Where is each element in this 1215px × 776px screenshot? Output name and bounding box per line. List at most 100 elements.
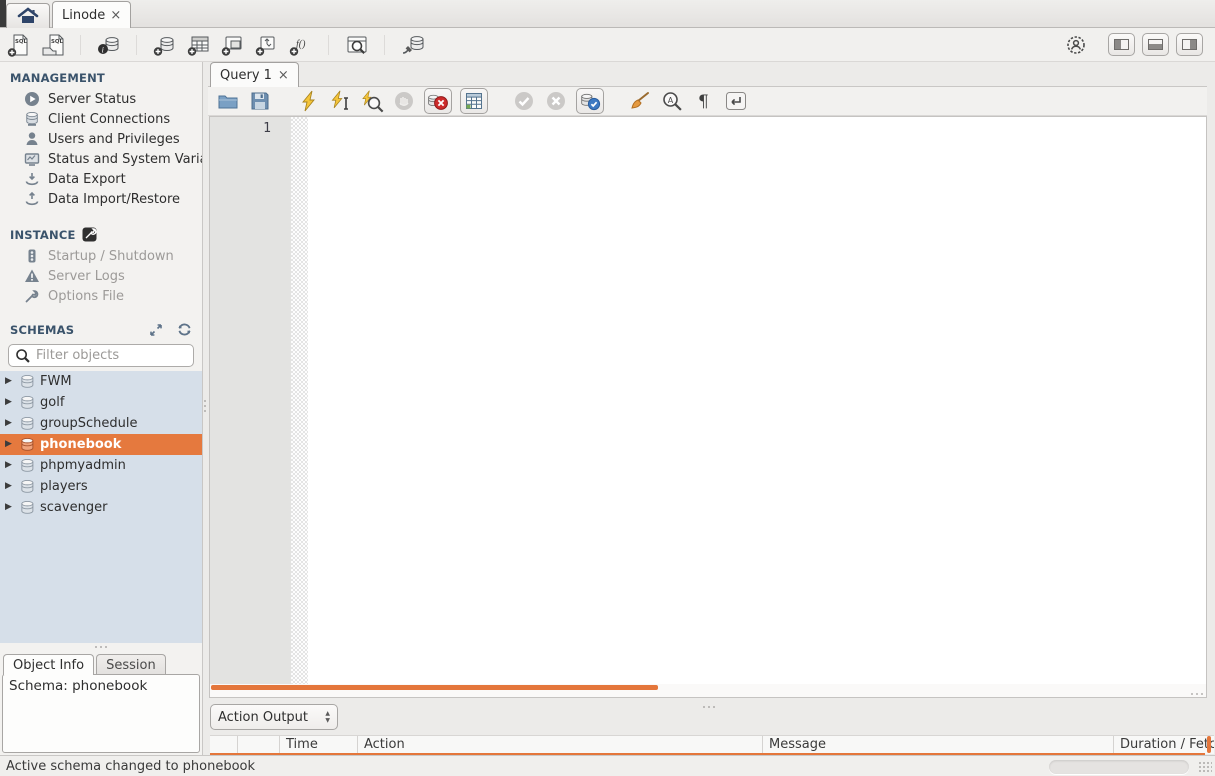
expander-icon[interactable]: ▶ [5,503,15,512]
schema-filter-input[interactable] [36,348,203,363]
schema-row-phpmyadmin[interactable]: ▶ phpmyadmin [0,455,202,476]
schema-row-scavenger[interactable]: ▶ scavenger [0,497,202,518]
refresh-schemas-icon[interactable] [177,322,192,337]
schema-icon [20,500,35,516]
create-function-icon[interactable]: f() [288,32,313,57]
close-icon[interactable]: × [110,9,121,22]
toggle-right-sidebar-button[interactable] [1176,33,1203,56]
tab-object-info[interactable]: Object Info [3,654,94,675]
reconnect-dbms-icon[interactable] [400,32,425,57]
column-index[interactable] [210,736,238,754]
management-section-title: MANAGEMENT [0,62,202,89]
execute-icon[interactable] [296,89,320,113]
toggle-left-sidebar-button[interactable] [1108,33,1135,56]
schema-inspector-icon[interactable]: i [96,32,121,57]
home-icon [17,6,39,26]
toggle-output-area-button[interactable] [1142,33,1169,56]
action-output-panel: Action Output ▲▼ Time Action Message Dur… [210,702,1215,755]
expand-schemas-icon[interactable] [149,323,163,337]
explain-icon[interactable] [360,89,384,113]
toggle-autocommit-icon[interactable] [576,88,604,114]
tab-session[interactable]: Session [96,654,166,675]
sidebar-item-server-logs[interactable]: Server Logs [0,266,202,286]
expander-icon[interactable]: ▶ [5,461,15,470]
connection-tab-linode[interactable]: Linode × [52,1,131,28]
resize-grip[interactable] [1198,761,1212,773]
column-message[interactable]: Message [763,736,1114,754]
sidebar-item-options-file[interactable]: Options File [0,286,202,306]
progress-pill [1049,760,1189,774]
beautify-icon[interactable] [628,89,652,113]
line-number: 1 [263,121,271,136]
document-tab-bar: Linode × [0,0,1215,28]
toggle-stop-on-error-icon[interactable] [424,88,452,114]
server-logs-icon [24,268,40,284]
column-duration-fetch[interactable]: Duration / Fetch [1114,736,1214,754]
sidebar-item-status-variables[interactable]: Status and System Variables [0,149,202,169]
commit-icon[interactable] [512,89,536,113]
sql-edit-area[interactable] [308,117,1206,684]
create-schema-icon[interactable] [152,32,177,57]
column-action[interactable]: Action [358,736,763,754]
column-status[interactable] [238,736,280,754]
sidebar-item-users-privileges[interactable]: Users and Privileges [0,129,202,149]
expander-icon[interactable]: ▶ [5,419,15,428]
info-panel-tabs: Object Info Session [0,651,202,675]
search-icon [15,348,31,364]
show-invisibles-icon[interactable]: ¶ [692,89,716,113]
column-time[interactable]: Time [280,736,358,754]
instance-section-title: INSTANCE [0,209,202,246]
rollback-icon[interactable] [544,89,568,113]
find-icon[interactable]: A [660,89,684,113]
schema-row-groupschedule[interactable]: ▶ groupSchedule [0,413,202,434]
save-script-icon[interactable] [248,89,272,113]
editor-toolbar: A ¶ [208,86,1207,116]
editor-hscroll-track[interactable] [210,684,1206,697]
new-query-tab-icon[interactable]: SQL [6,32,31,57]
status-message: Active schema changed to phonebook [6,759,255,774]
home-tab[interactable] [6,3,50,28]
close-icon[interactable]: × [278,69,289,82]
output-vscroll-thumb[interactable] [1207,736,1211,753]
create-procedure-icon[interactable] [254,32,279,57]
spinner-arrows-icon: ▲▼ [325,711,330,724]
navigator-sidebar: MANAGEMENT Server Status Client Connecti… [0,62,203,755]
schema-row-phonebook[interactable]: ▶ phonebook [0,434,202,455]
search-table-data-icon[interactable] [344,32,369,57]
sidebar-item-client-connections[interactable]: Client Connections [0,109,202,129]
create-table-icon[interactable] [186,32,211,57]
execute-current-icon[interactable] [328,89,352,113]
expander-icon[interactable]: ▶ [5,482,15,491]
schemas-section-title: SCHEMAS [0,306,202,341]
status-bar: Active schema changed to phonebook [0,755,1215,776]
schema-row-fwm[interactable]: ▶ FWM [0,371,202,392]
object-info-content: Schema: phonebook [2,674,200,753]
expander-icon[interactable]: ▶ [5,440,15,449]
toolbar-separator [328,35,329,55]
schema-row-players[interactable]: ▶ players [0,476,202,497]
toggle-wrap-icon[interactable] [724,89,748,113]
options-file-icon [24,288,40,304]
client-connections-icon [24,111,40,127]
open-sql-script-icon[interactable]: SQL [40,32,65,57]
sidebar-splitter-grip[interactable] [0,643,202,651]
sidebar-item-data-import[interactable]: Data Import/Restore [0,189,202,209]
sidebar-item-startup-shutdown[interactable]: Startup / Shutdown [0,246,202,266]
sidebar-item-server-status[interactable]: Server Status [0,89,202,109]
query-tab[interactable]: Query 1 × [210,62,299,87]
stop-icon[interactable] [392,89,416,113]
preferences-icon[interactable] [1063,32,1088,57]
open-script-icon[interactable] [216,89,240,113]
sidebar-item-data-export[interactable]: Data Export [0,169,202,189]
expander-icon[interactable]: ▶ [5,398,15,407]
limit-rows-icon[interactable] [460,88,488,114]
startup-shutdown-icon [24,248,40,264]
schema-row-golf[interactable]: ▶ golf [0,392,202,413]
output-selector[interactable]: Action Output ▲▼ [210,704,338,730]
create-view-icon[interactable] [220,32,245,57]
expander-icon[interactable]: ▶ [5,377,15,386]
schema-icon [20,374,35,390]
query-tab-label: Query 1 [220,68,272,83]
toolbar-separator [80,35,81,55]
editor-hscroll-thumb[interactable] [211,685,658,690]
